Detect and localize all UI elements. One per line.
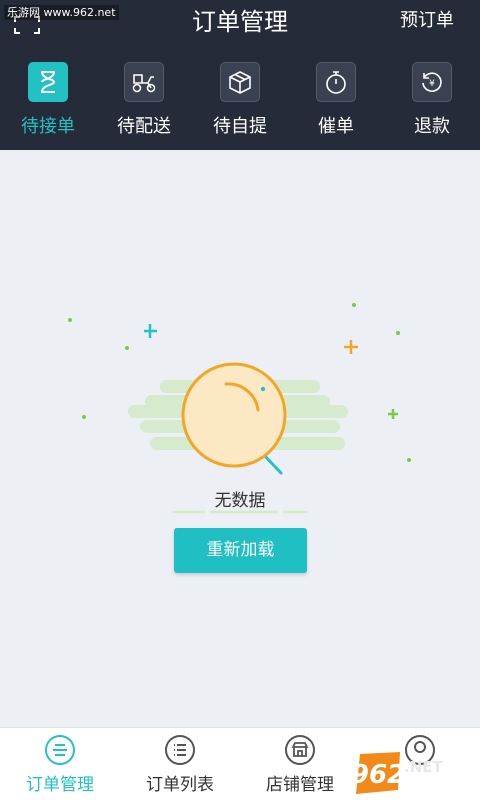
preorder-button[interactable]: 预订单 bbox=[400, 8, 454, 34]
reload-button[interactable]: 重新加载 bbox=[174, 528, 307, 573]
tab-label: 催单 bbox=[318, 116, 354, 137]
order-status-tabs: 待接单 待配送 待自提 催单 ¥ 退款 bbox=[0, 58, 480, 148]
tab-label: 待接单 bbox=[21, 116, 75, 137]
svg-text:962: 962 bbox=[351, 760, 405, 790]
tab-label: 待自提 bbox=[213, 116, 267, 137]
nav-label: 订单列表 bbox=[146, 775, 214, 795]
stopwatch-icon bbox=[316, 62, 356, 102]
package-icon bbox=[220, 62, 260, 102]
nav-order-list[interactable]: 订单列表 bbox=[120, 728, 240, 800]
svg-text:.NET: .NET bbox=[404, 758, 443, 776]
refund-icon: ¥ bbox=[412, 62, 452, 102]
hourglass-icon bbox=[28, 62, 68, 102]
empty-message: 无数据 bbox=[214, 491, 266, 511]
top-header: 乐游网 www.962.net 订单管理 预订单 待接单 待配送 待自提 催单 bbox=[0, 0, 480, 150]
tab-pending-delivery[interactable]: 待配送 bbox=[96, 58, 192, 148]
order-list-icon bbox=[45, 735, 75, 765]
tab-label: 待配送 bbox=[117, 116, 171, 137]
list-icon bbox=[165, 735, 195, 765]
nav-order-management[interactable]: 订单管理 bbox=[0, 728, 120, 800]
tab-reminder[interactable]: 催单 bbox=[288, 58, 384, 148]
magnifier-handle bbox=[262, 453, 283, 475]
nav-label: 订单管理 bbox=[26, 775, 94, 795]
nav-label: 店铺管理 bbox=[266, 775, 334, 795]
site-logo: 962 .NET 乐游网 bbox=[351, 752, 457, 796]
store-icon bbox=[285, 735, 315, 765]
tab-label: 退款 bbox=[414, 116, 450, 137]
svg-text:乐游网: 乐游网 bbox=[412, 778, 457, 796]
tab-pending-pickup[interactable]: 待自提 bbox=[192, 58, 288, 148]
svg-text:¥: ¥ bbox=[429, 79, 435, 89]
tab-refund[interactable]: ¥ 退款 bbox=[384, 58, 480, 148]
empty-illustration bbox=[68, 303, 411, 514]
scooter-icon bbox=[124, 62, 164, 102]
magnifier-lens bbox=[181, 362, 287, 468]
tab-pending-accept[interactable]: 待接单 bbox=[0, 58, 96, 148]
